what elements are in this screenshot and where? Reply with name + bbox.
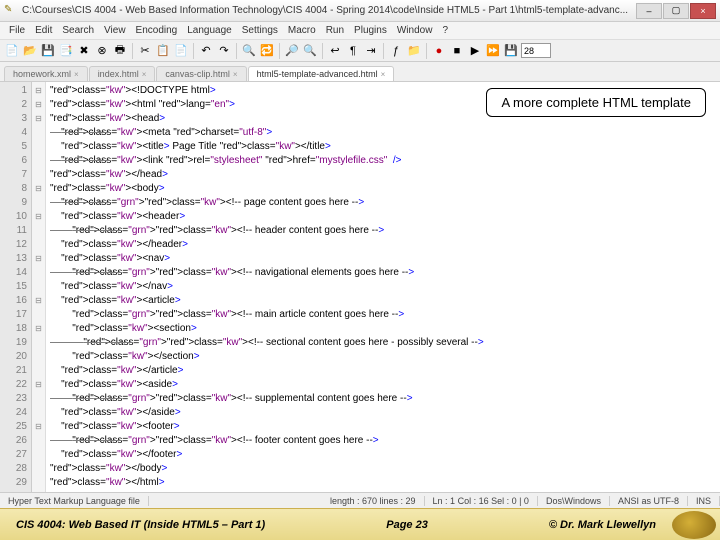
menu-macro[interactable]: Macro (283, 25, 321, 36)
footer-page: Page 23 (370, 519, 444, 531)
menu-plugins[interactable]: Plugins (349, 25, 392, 36)
editor: 1234567891011121314151617181920212223242… (0, 82, 720, 502)
save-icon[interactable]: 💾 (40, 43, 56, 59)
status-eol: Dos\Windows (538, 496, 610, 506)
titlebar: ✎ C:\Courses\CIS 4004 - Web Based Inform… (0, 0, 720, 22)
menu-window[interactable]: Window (392, 25, 438, 36)
func-icon[interactable]: ƒ (388, 43, 404, 59)
zoomout-icon[interactable]: 🔍 (302, 43, 318, 59)
cut-icon[interactable]: ✂ (137, 43, 153, 59)
replace-icon[interactable]: 🔁 (259, 43, 275, 59)
separator (426, 43, 427, 59)
code-area[interactable]: "red">class="kw"><!DOCTYPE html> "red">c… (46, 82, 720, 502)
separator (322, 43, 323, 59)
annotation-callout: A more complete HTML template (486, 88, 706, 117)
close-file-icon[interactable]: ✖ (76, 43, 92, 59)
menu-language[interactable]: Language (182, 25, 237, 36)
menu-file[interactable]: File (4, 25, 30, 36)
menubar: FileEditSearchViewEncodingLanguageSettin… (0, 22, 720, 40)
menu-edit[interactable]: Edit (30, 25, 57, 36)
window-buttons: – ▢ × (636, 3, 716, 19)
statusbar: Hyper Text Markup Language file length :… (0, 492, 720, 508)
slide-footer: CIS 4004: Web Based IT (Inside HTML5 – P… (0, 508, 720, 540)
close-button[interactable]: × (690, 3, 716, 19)
savemacro-icon[interactable]: 💾 (503, 43, 519, 59)
toolbar: 📄 📂 💾 📑 ✖ ⊗ 🖶 ✂ 📋 📄 ↶ ↷ 🔍 🔁 🔎 🔍 ↩ ¶ ⇥ ƒ … (0, 40, 720, 62)
tabbar: homework.xml×index.html×canvas-clip.html… (0, 62, 720, 82)
fold-column: ⊟⊟⊟ ⊟ ⊟ ⊟ ⊟ ⊟ ⊟ ⊟ (32, 82, 46, 502)
macro-count-input[interactable] (521, 43, 551, 58)
closeall-icon[interactable]: ⊗ (94, 43, 110, 59)
menu-settings[interactable]: Settings (237, 25, 283, 36)
status-encoding: ANSI as UTF-8 (610, 496, 688, 506)
menu-help[interactable]: ? (437, 25, 453, 36)
menu-search[interactable]: Search (57, 25, 99, 36)
minimize-button[interactable]: – (636, 3, 662, 19)
separator (383, 43, 384, 59)
print-icon[interactable]: 🖶 (112, 43, 128, 59)
separator (193, 43, 194, 59)
status-lang: Hyper Text Markup Language file (0, 496, 149, 506)
chars-icon[interactable]: ¶ (345, 43, 361, 59)
undo-icon[interactable]: ↶ (198, 43, 214, 59)
record-icon[interactable]: ● (431, 43, 447, 59)
find-icon[interactable]: 🔍 (241, 43, 257, 59)
separator (279, 43, 280, 59)
tab-html5-template-advanced-html[interactable]: html5-template-advanced.html× (248, 66, 395, 81)
footer-author: © Dr. Mark Llewellyn (533, 519, 672, 531)
play-icon[interactable]: ▶ (467, 43, 483, 59)
status-position: Ln : 1 Col : 16 Sel : 0 | 0 (425, 496, 538, 506)
window-title: C:\Courses\CIS 4004 - Web Based Informat… (22, 5, 636, 16)
tab-index-html[interactable]: index.html× (89, 66, 156, 81)
tab-canvas-clip-html[interactable]: canvas-clip.html× (156, 66, 246, 81)
separator (132, 43, 133, 59)
status-mode: INS (688, 496, 720, 506)
app-icon: ✎ (4, 4, 18, 18)
folder-icon[interactable]: 📁 (406, 43, 422, 59)
redo-icon[interactable]: ↷ (216, 43, 232, 59)
line-gutter: 1234567891011121314151617181920212223242… (0, 82, 32, 502)
playfast-icon[interactable]: ⏩ (485, 43, 501, 59)
copy-icon[interactable]: 📋 (155, 43, 171, 59)
menu-encoding[interactable]: Encoding (131, 25, 183, 36)
menu-view[interactable]: View (99, 25, 131, 36)
open-icon[interactable]: 📂 (22, 43, 38, 59)
maximize-button[interactable]: ▢ (663, 3, 689, 19)
menu-run[interactable]: Run (321, 25, 349, 36)
footer-course: CIS 4004: Web Based IT (Inside HTML5 – P… (0, 519, 281, 531)
tab-homework-xml[interactable]: homework.xml× (4, 66, 88, 81)
separator (236, 43, 237, 59)
paste-icon[interactable]: 📄 (173, 43, 189, 59)
tab-close-icon[interactable]: × (142, 70, 147, 79)
zoomin-icon[interactable]: 🔎 (284, 43, 300, 59)
wrap-icon[interactable]: ↩ (327, 43, 343, 59)
new-icon[interactable]: 📄 (4, 43, 20, 59)
indent-icon[interactable]: ⇥ (363, 43, 379, 59)
ucf-logo-icon (672, 511, 716, 539)
stop-icon[interactable]: ■ (449, 43, 465, 59)
status-length: length : 670 lines : 29 (322, 496, 425, 506)
tab-close-icon[interactable]: × (233, 70, 238, 79)
tab-close-icon[interactable]: × (74, 70, 79, 79)
tab-close-icon[interactable]: × (381, 70, 386, 79)
saveall-icon[interactable]: 📑 (58, 43, 74, 59)
